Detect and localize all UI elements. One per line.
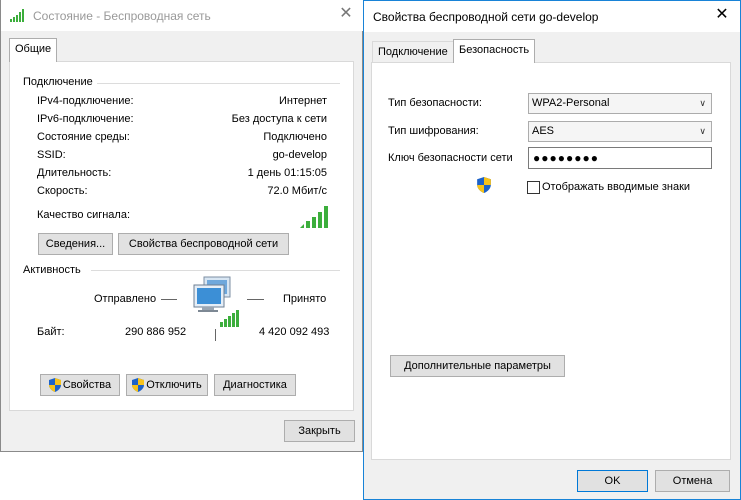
divider xyxy=(97,83,340,84)
tab-connection[interactable]: Подключение xyxy=(372,41,454,63)
general-page: Подключение IPv4-подключение: Интернет IPv… xyxy=(9,61,354,411)
sent-line xyxy=(161,299,177,300)
encryption-type-value: AES xyxy=(532,125,555,137)
divider xyxy=(91,270,340,271)
close-button[interactable]: Закрыть xyxy=(284,420,355,442)
show-characters-label: Отображать вводимые знаки xyxy=(542,181,691,193)
network-computer-icon xyxy=(193,276,239,327)
status-window: Состояние - Беспроводная сеть ✕ Общие По… xyxy=(0,0,363,452)
connection-row-value: go-develop xyxy=(272,149,327,161)
security-type-label: Тип безопасности: xyxy=(388,97,482,109)
wireless-properties-close-icon[interactable]: ✕ xyxy=(699,1,741,31)
status-window-titlebar[interactable]: Состояние - Беспроводная сеть ✕ xyxy=(1,0,363,31)
connection-row-value: 1 день 01:15:05 xyxy=(247,167,327,179)
show-characters-checkbox[interactable] xyxy=(527,181,540,194)
sent-label: Отправлено xyxy=(94,293,157,305)
security-page: Тип безопасности: WPA2-Personal ∨ Тип ши… xyxy=(371,62,731,460)
bytes-sent-value: 290 886 952 xyxy=(125,326,187,338)
security-type-value: WPA2-Personal xyxy=(532,97,610,109)
properties-button[interactable]: Свойства xyxy=(40,374,120,396)
cancel-button[interactable]: Отмена xyxy=(655,470,730,492)
bytes-received-value: 4 420 092 493 xyxy=(259,326,330,338)
connection-row-label: IPv6-подключение: xyxy=(37,113,134,125)
properties-button-label: Свойства xyxy=(62,379,112,391)
advanced-settings-button[interactable]: Дополнительные параметры xyxy=(390,355,565,377)
wireless-properties-button[interactable]: Свойства беспроводной сети xyxy=(118,233,289,255)
connection-group-label: Подключение xyxy=(23,76,93,88)
connection-row-value: Интернет xyxy=(279,95,327,107)
uac-shield-icon xyxy=(132,378,145,393)
connection-row-label: Длительность: xyxy=(37,167,112,179)
chevron-down-icon: ∨ xyxy=(699,126,706,136)
security-key-input[interactable]: ●●●●●●●● xyxy=(528,147,712,169)
uac-shield-icon xyxy=(477,177,491,193)
tab-general[interactable]: Общие xyxy=(9,38,58,62)
security-type-select[interactable]: WPA2-Personal ∨ xyxy=(528,93,712,114)
disable-button-label: Отключить xyxy=(146,379,202,391)
encryption-type-label: Тип шифрования: xyxy=(388,125,479,137)
bytes-separator xyxy=(215,329,216,341)
connection-row-value: Без доступа к сети xyxy=(231,113,327,125)
connection-row-value: 72.0 Мбит/с xyxy=(267,185,327,197)
connection-row-label: SSID: xyxy=(37,149,66,161)
activity-group-label: Активность xyxy=(23,264,81,276)
signal-quality-label: Качество сигнала: xyxy=(37,209,131,221)
received-line xyxy=(247,299,264,300)
uac-shield-icon xyxy=(48,378,61,393)
status-window-title: Состояние - Беспроводная сеть xyxy=(33,9,211,23)
disable-button[interactable]: Отключить xyxy=(126,374,208,396)
tab-security[interactable]: Безопасность xyxy=(453,39,536,63)
encryption-type-select[interactable]: AES ∨ xyxy=(528,121,712,142)
wireless-properties-window: Свойства беспроводной сети go-develop ✕ … xyxy=(363,0,741,500)
connection-row-label: Состояние среды: xyxy=(37,131,130,143)
chevron-down-icon: ∨ xyxy=(699,98,706,108)
ok-button[interactable]: OK xyxy=(577,470,648,492)
received-label: Принято xyxy=(283,293,327,305)
bytes-label: Байт: xyxy=(37,326,65,338)
connection-row-label: IPv4-подключение: xyxy=(37,95,134,107)
wireless-properties-title: Свойства беспроводной сети go-develop xyxy=(373,10,599,24)
wifi-signal-icon xyxy=(10,9,24,22)
diagnose-button[interactable]: Диагностика xyxy=(214,374,296,396)
details-button[interactable]: Сведения... xyxy=(38,233,113,255)
connection-row-label: Скорость: xyxy=(37,185,88,197)
security-key-label: Ключ безопасности сети xyxy=(388,152,513,164)
signal-quality-icon xyxy=(300,206,328,228)
wireless-properties-titlebar[interactable]: Свойства беспроводной сети go-develop ✕ xyxy=(364,1,740,32)
connection-row-value: Подключено xyxy=(263,131,327,143)
